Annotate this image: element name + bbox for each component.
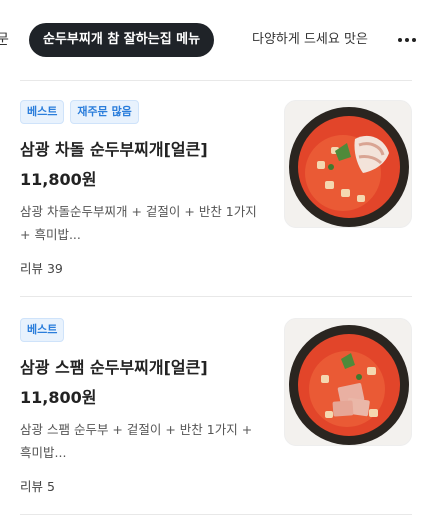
menu-item-description: 삼광 스팸 순두부 + 겉절이 + 반찬 1가지 + 흑미밥... [20,422,253,460]
menu-item-description: 삼광 차돌순두부찌개 + 겉절이 + 반찬 1가지 + 흑미밥... [20,204,257,242]
sundubu-chadol-photo-icon[interactable] [284,100,412,228]
menu-item-card[interactable]: 베스트 삼광 스팸 순두부찌개[얼큰] 11,800원 삼광 스팸 순두부 + … [0,318,432,508]
menu-item-price: 11,800원 [20,388,97,407]
review-count: 리뷰 39 [20,261,63,276]
divider [20,296,412,297]
tab-previous[interactable]: 문 [0,23,9,57]
more-icon[interactable] [392,23,422,57]
menu-item-price: 11,800원 [20,170,97,189]
badge-group: 베스트 [20,318,65,342]
badge-group: 베스트 재주문 많음 [20,100,139,124]
sundubu-spam-photo-icon[interactable] [284,318,412,446]
best-badge: 베스트 [20,318,65,342]
tab-active-signature-menu[interactable]: 순두부찌개 참 잘하는집 메뉴 [29,23,215,57]
reorder-badge: 재주문 많음 [70,100,139,124]
menu-item-card[interactable]: 베스트 재주문 많음 삼광 차돌 순두부찌개[얼큰] 11,800원 삼광 차돌… [0,100,432,290]
divider [20,80,412,81]
review-count: 리뷰 5 [20,479,55,494]
tab-fade-overlay [362,20,392,60]
menu-item-name: 삼광 차돌 순두부찌개[얼큰] [20,140,208,159]
divider [20,514,412,515]
tab-next[interactable]: 다양하게 드세요 맛은 [252,23,368,57]
category-tab-bar: 문 순두부찌개 참 잘하는집 메뉴 다양하게 드세요 맛은 [0,0,432,80]
menu-item-name: 삼광 스팸 순두부찌개[얼큰] [20,358,208,377]
best-badge: 베스트 [20,100,65,124]
